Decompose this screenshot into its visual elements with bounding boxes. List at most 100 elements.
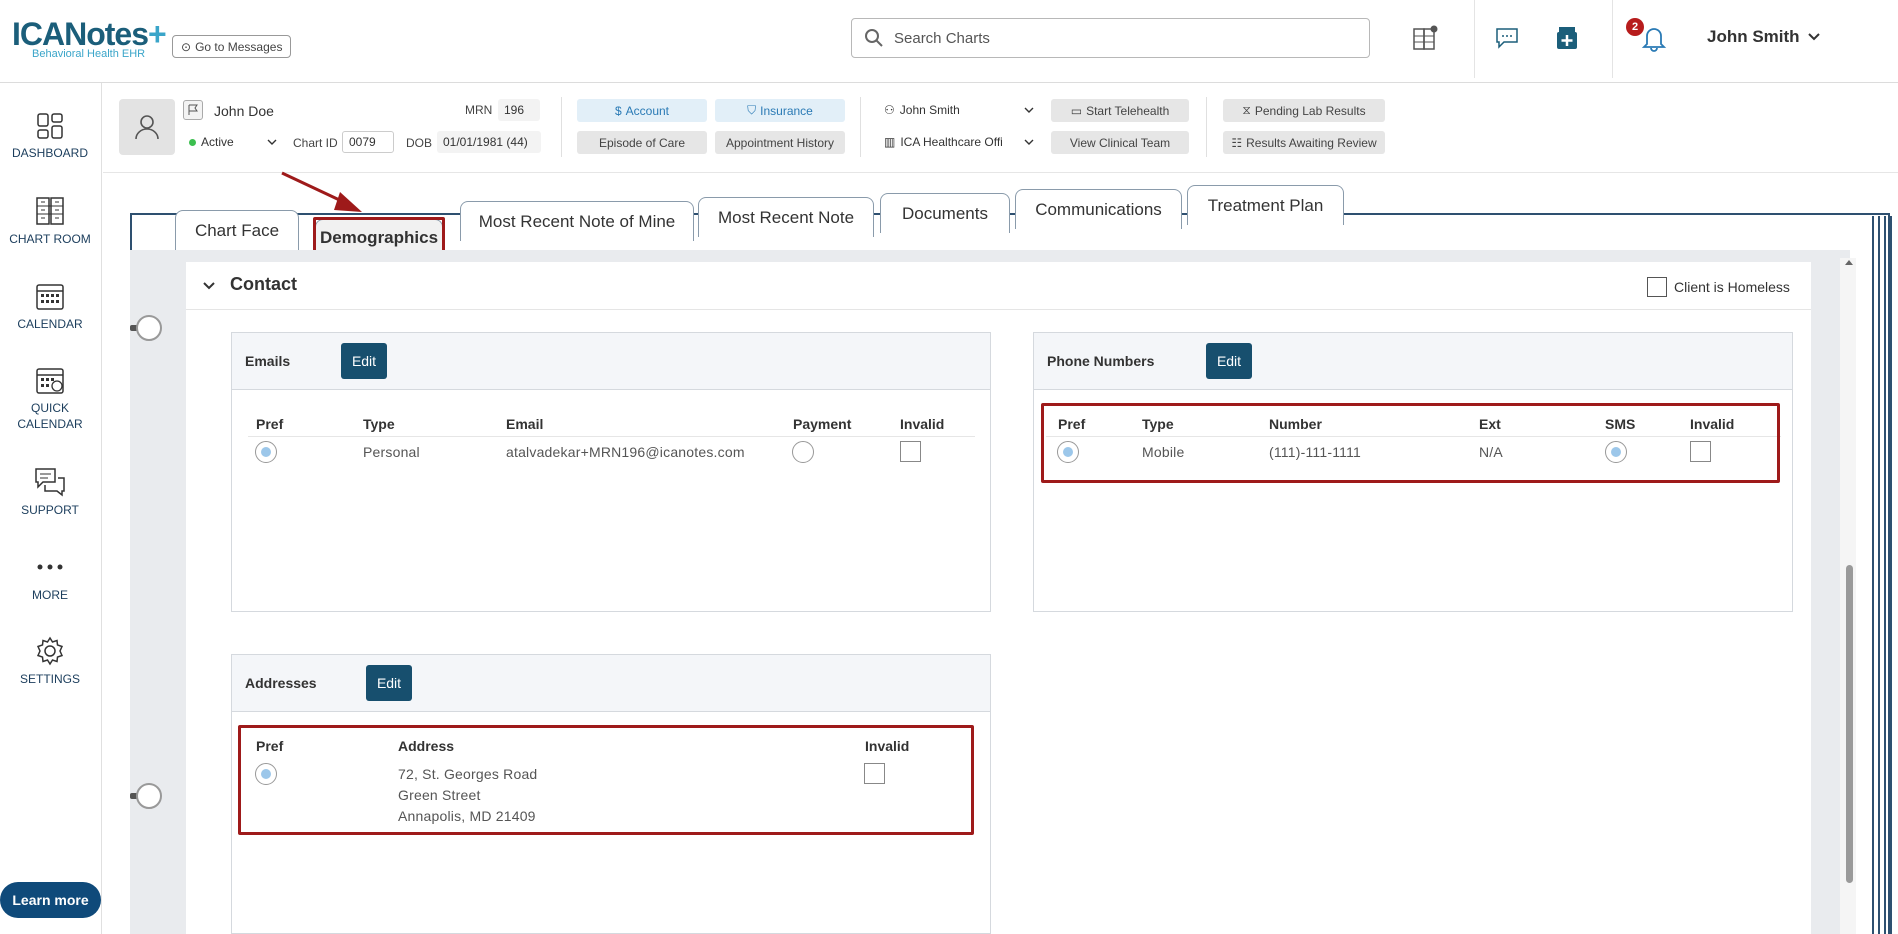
email-pref-radio[interactable] [255, 441, 277, 463]
app-logo[interactable]: ICANotes+ Behavioral Health EHR [12, 16, 167, 60]
email-type: Personal [363, 444, 420, 460]
results-awaiting-review-label: Results Awaiting Review [1246, 135, 1377, 150]
status-select[interactable]: Active [183, 131, 283, 153]
facility-select[interactable]: ▥ ICA Healthcare Offi [878, 131, 1040, 153]
search-charts-input[interactable]: Search Charts [851, 18, 1370, 58]
search-placeholder: Search Charts [894, 29, 990, 47]
tab-most-recent-note-of-mine[interactable]: Most Recent Note of Mine [460, 201, 694, 241]
binder-page-edge [1872, 216, 1874, 934]
sidebar-item-settings[interactable]: SETTINGS [0, 635, 100, 687]
status-dot-icon [189, 138, 196, 146]
header-divider [1474, 0, 1475, 78]
contact-title: Contact [230, 274, 297, 294]
contact-section-header[interactable] [186, 262, 1811, 310]
phone-numbers-edit-button[interactable]: Edit [1206, 343, 1252, 379]
sidebar-label: SUPPORT [21, 503, 79, 517]
patient-name: John Doe [214, 103, 274, 119]
tab-communications[interactable]: Communications [1015, 189, 1182, 229]
chevron-down-icon [1807, 33, 1820, 41]
emails-title: Emails [245, 353, 291, 369]
sidebar-item-dashboard[interactable]: DASHBOARD [0, 111, 100, 161]
emails-card: Emails Edit Pref Type Email Payment Inva… [231, 332, 991, 612]
tab-documents[interactable]: Documents [880, 193, 1010, 233]
tab-most-recent-note[interactable]: Most Recent Note [698, 197, 874, 237]
facility-value: ICA Healthcare Offi [900, 135, 1003, 149]
dob-value: 01/01/1981 (44) [437, 131, 541, 153]
chart-id-label: Chart ID [293, 136, 338, 150]
binder-page-edge [1878, 216, 1880, 934]
sidebar-label: CALENDAR [17, 317, 83, 331]
user-icon: ⚇ [884, 103, 895, 117]
learn-more-button[interactable]: Learn more [0, 882, 101, 918]
top-header: ICANotes+ Behavioral Health EHR ⊙ Go to … [0, 0, 1898, 83]
search-icon [865, 29, 883, 47]
avatar[interactable] [119, 99, 175, 155]
user-name: John Smith [1707, 27, 1800, 46]
more-icon [37, 564, 63, 570]
building-icon: ▥ [884, 135, 896, 149]
insurance-button[interactable]: ⛉ Insurance [715, 99, 845, 122]
sidebar-item-chart-room[interactable]: CHART ROOM [0, 195, 100, 247]
pending-lab-results-button[interactable]: ⧖ Pending Lab Results [1223, 99, 1385, 122]
client-homeless-checkbox[interactable] [1647, 277, 1667, 297]
tab-treatment-plan[interactable]: Treatment Plan [1187, 185, 1344, 225]
view-clinical-team-button[interactable]: View Clinical Team [1051, 131, 1189, 154]
appointment-history-button[interactable]: Appointment History [715, 131, 845, 154]
chevron-down-icon[interactable] [202, 281, 216, 291]
status-value: Active [201, 135, 234, 149]
sidebar-item-more[interactable]: MORE [0, 551, 100, 603]
notification-badge: 2 [1626, 18, 1644, 36]
sidebar-item-calendar[interactable]: CALENDAR [0, 280, 100, 332]
logo-text: ICANotes [12, 16, 149, 52]
scrollbar-thumb[interactable] [1846, 565, 1853, 883]
annotation-arrow-icon [281, 171, 362, 212]
email-invalid-checkbox[interactable] [900, 441, 921, 462]
support-icon [35, 468, 65, 497]
emails-edit-button[interactable]: Edit [341, 343, 387, 379]
chevron-down-icon [267, 139, 277, 145]
insurance-label: Insurance [760, 103, 813, 118]
col-header-email: Email [506, 416, 544, 432]
sidebar-label: CALENDAR [17, 417, 83, 431]
go-to-messages-button[interactable]: ⊙ Go to Messages [172, 35, 292, 58]
client-homeless-label: Client is Homeless [1674, 279, 1790, 295]
calendar-icon [36, 284, 64, 310]
phone-row-highlight [1041, 403, 1780, 483]
results-awaiting-review-button[interactable]: ☷ Results Awaiting Review [1223, 131, 1385, 154]
start-telehealth-button[interactable]: ▭ Start Telehealth [1051, 99, 1189, 122]
quick-calendar-icon [36, 368, 64, 394]
sidebar-item-support[interactable]: SUPPORT [0, 466, 100, 518]
email-payment-radio[interactable] [792, 441, 814, 463]
addresses-card-header: Addresses Edit [232, 655, 990, 712]
start-telehealth-label: Start Telehealth [1086, 103, 1170, 118]
table-divider [248, 436, 975, 437]
binder-ring-icon [136, 315, 162, 341]
chart-room-header-icon[interactable] [1409, 22, 1441, 54]
patient-bar: John Doe MRN 196 Active Chart ID 0079 DO… [103, 83, 1898, 173]
chat-icon[interactable] [1491, 22, 1523, 54]
flag-icon[interactable] [183, 100, 203, 120]
account-button[interactable]: $ Account [577, 99, 707, 122]
list-icon: ☷ [1231, 135, 1243, 150]
pending-lab-results-label: Pending Lab Results [1254, 103, 1366, 118]
user-menu[interactable]: John Smith [1707, 27, 1820, 47]
email-address: atalvadekar+MRN196@icanotes.com [506, 444, 745, 460]
sidebar-item-quick-calendar[interactable]: QUICK CALENDAR [0, 364, 100, 432]
episode-of-care-button[interactable]: Episode of Care [577, 131, 707, 154]
addresses-title: Addresses [245, 675, 317, 691]
addresses-edit-button[interactable]: Edit [366, 665, 412, 701]
arrow-circle-icon: ⊙ [181, 39, 192, 54]
user-icon [135, 115, 159, 140]
patient-bar-divider [1206, 97, 1207, 157]
binder-ring-icon [136, 783, 162, 809]
sidebar: DASHBOARD CHART ROOM CALENDAR QUICK CALE… [0, 83, 102, 934]
col-header-type: Type [363, 416, 395, 432]
sidebar-label: DASHBOARD [11, 146, 88, 160]
prescription-icon[interactable] [1551, 22, 1583, 54]
hourglass-icon: ⧖ [1242, 103, 1251, 117]
scroll-up-icon[interactable] [1844, 258, 1854, 266]
provider-select[interactable]: ⚇ John Smith [878, 99, 1040, 121]
sidebar-label: CHART ROOM [9, 232, 91, 246]
emails-card-header: Emails Edit [232, 333, 990, 390]
binder-page-edge [1890, 216, 1892, 934]
